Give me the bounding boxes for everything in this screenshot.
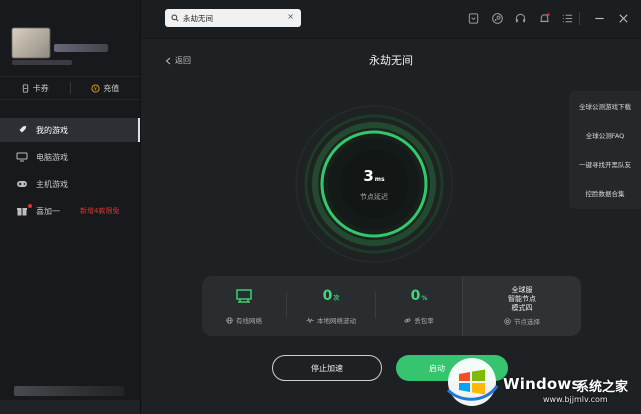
promo-badge: 新增4款限免 — [80, 207, 120, 215]
pulse-icon — [306, 316, 314, 324]
stats-bar: 有线网络 0次 本地网络波动 0% 丢包率 全球服 智能节点 模式四 节点选择 — [202, 276, 581, 336]
ethernet-icon — [236, 289, 252, 303]
node-line-1: 全球服 — [511, 286, 533, 294]
node-select-label: 节点选择 — [514, 318, 540, 326]
stat-network: 有线网络 — [202, 276, 286, 336]
top-bar: × — [141, 0, 641, 39]
headset-icon[interactable] — [514, 12, 527, 25]
node-line-3: 模式四 — [511, 304, 533, 312]
badge-icon[interactable] — [467, 12, 480, 25]
latency-value: 3ms — [363, 167, 385, 185]
menu-icon[interactable] — [561, 12, 574, 25]
notification-dot — [28, 204, 32, 208]
sidebar-item-free-games[interactable]: 喜加一 新增4款限免 — [0, 199, 140, 223]
sidebar-item-label: 主机游戏 — [36, 179, 68, 189]
page-title: 永劫无间 — [369, 54, 413, 67]
bell-icon[interactable] — [538, 12, 551, 25]
link-find-teammates[interactable]: 一键寻找开黑队友 — [569, 149, 641, 178]
watermark-cn: 系统之家 — [576, 380, 629, 395]
sidebar-item-label: 喜加一 — [36, 206, 60, 216]
avatar[interactable] — [12, 28, 50, 58]
sidebar-item-pc-games[interactable]: 电脑游戏 — [0, 145, 140, 169]
stat-fluctuation-value: 0 — [322, 288, 333, 304]
account-info-blurred — [14, 386, 124, 396]
stat-packet-loss-unit: % — [421, 295, 428, 302]
card-coupon-button[interactable]: 卡券 — [0, 83, 70, 94]
stop-acceleration-button[interactable]: 停止加速 — [272, 355, 382, 381]
stat-fluctuation: 0次 本地网络波动 — [287, 276, 375, 336]
recharge-button[interactable]: ¥ 充值 — [71, 83, 141, 94]
search-input[interactable] — [183, 13, 283, 23]
sidebar-nav: 我的游戏 电脑游戏 主机游戏 喜加一 新增4款限免 — [0, 118, 140, 226]
quick-actions: 卡券 ¥ 充值 — [0, 76, 140, 100]
username-blurred — [54, 44, 108, 52]
gift-icon — [17, 208, 27, 216]
sidebar: 卡券 ¥ 充值 我的游戏 电脑游戏 主机游戏 喜加一 新增4款限免 — [0, 0, 141, 414]
close-icon[interactable] — [617, 12, 630, 25]
user-info-blurred — [12, 60, 72, 65]
stat-packet-loss-label: 丢包率 — [414, 317, 434, 325]
monitor-icon — [16, 152, 28, 162]
windows-logo — [446, 358, 499, 406]
node-selector[interactable]: 全球服 智能节点 模式四 节点选择 — [462, 276, 581, 336]
link-icon — [404, 317, 411, 323]
card-coupon-label: 卡券 — [32, 83, 49, 93]
search-icon — [171, 14, 179, 22]
watermark: Windows 系统之家 www.bjjmlv.com — [445, 352, 641, 414]
link-global-download[interactable]: 全球公测游戏下载 — [569, 91, 641, 120]
svg-text:¥: ¥ — [94, 86, 97, 92]
gamepad-icon — [17, 181, 27, 187]
stat-packet-loss-value: 0 — [410, 288, 421, 304]
steam-icon[interactable] — [491, 12, 504, 25]
footer-blurred — [0, 400, 140, 414]
coin-icon: ¥ — [91, 83, 100, 93]
search-box[interactable]: × — [165, 9, 301, 27]
sidebar-item-label: 电脑游戏 — [36, 152, 68, 162]
minimize-icon[interactable] — [593, 12, 606, 25]
watermark-url: www.bjjmlv.com — [543, 395, 608, 404]
node-line-2: 智能节点 — [508, 295, 536, 303]
stat-fluctuation-label: 本地网络波动 — [317, 317, 356, 325]
rocket-icon — [18, 125, 27, 134]
clear-search-icon[interactable]: × — [287, 12, 294, 21]
divider — [579, 12, 580, 25]
latency-label: 节点延迟 — [360, 193, 388, 201]
stat-network-label: 有线网络 — [236, 317, 262, 325]
link-face-data[interactable]: 控脸数据合集 — [569, 178, 641, 207]
recharge-label: 充值 — [103, 83, 120, 93]
sidebar-item-label: 我的游戏 — [36, 125, 68, 135]
sidebar-item-console-games[interactable]: 主机游戏 — [0, 172, 140, 196]
globe-icon — [226, 316, 233, 324]
latency-ring: 3ms 节点延迟 — [279, 89, 469, 279]
link-global-faq[interactable]: 全球公测FAQ — [569, 120, 641, 149]
sidebar-item-my-games[interactable]: 我的游戏 — [0, 118, 140, 142]
ticket-icon — [22, 83, 28, 93]
stat-packet-loss: 0% 丢包率 — [376, 276, 462, 336]
stat-fluctuation-unit: 次 — [333, 295, 340, 302]
side-link-panel: 全球公测游戏下载 全球公测FAQ 一键寻找开黑队友 控脸数据合集 — [569, 91, 641, 209]
target-icon — [504, 317, 511, 325]
watermark-brand: Windows — [503, 375, 581, 393]
